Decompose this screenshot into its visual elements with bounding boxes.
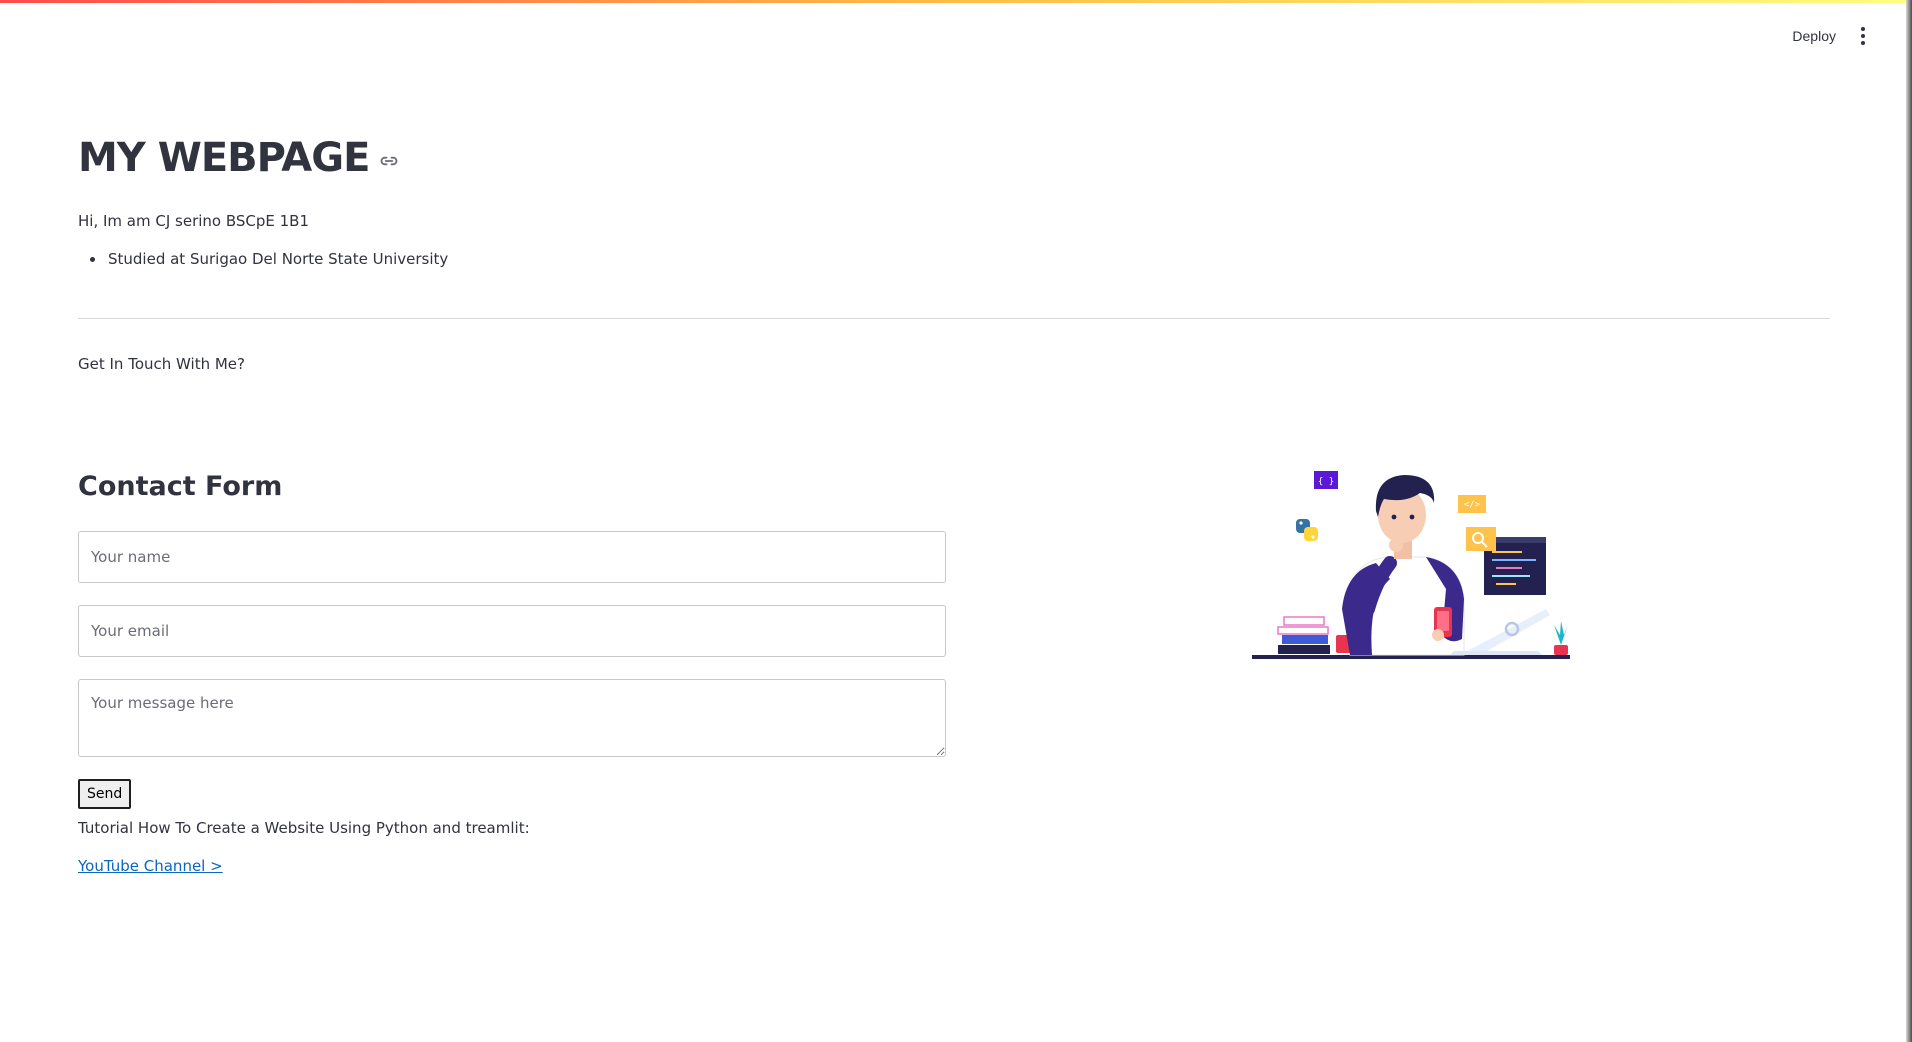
developer-illustration: </> { } xyxy=(1252,471,1570,659)
link-icon[interactable] xyxy=(379,151,399,171)
main-content: MY WEBPAGE Hi, Im am CJ serino BSCpE 1B1… xyxy=(78,130,1830,875)
email-field[interactable] xyxy=(78,605,946,657)
send-button[interactable]: Send xyxy=(78,779,132,809)
window-edge xyxy=(1906,0,1912,1042)
tutorial-text: Tutorial How To Create a Website Using P… xyxy=(78,819,530,837)
bullet-item: Studied at Surigao Del Norte State Unive… xyxy=(106,250,1830,268)
deploy-button[interactable]: Deploy xyxy=(1790,24,1838,48)
name-field[interactable] xyxy=(78,531,946,583)
title-row: MY WEBPAGE xyxy=(78,130,1830,186)
braces-badge-text: { } xyxy=(1318,477,1334,487)
section-divider xyxy=(78,318,1830,319)
streamlit-app: Deploy MY WEBPAGE Hi, Im am CJ serino BS… xyxy=(0,0,1908,1042)
page-title: MY WEBPAGE xyxy=(78,135,370,181)
kebab-menu-icon[interactable] xyxy=(1856,24,1870,48)
youtube-channel-link[interactable]: YouTube Channel > xyxy=(78,857,223,875)
two-column-layout: Contact Form Send Tutorial How To Create… xyxy=(78,469,1830,875)
intro-text: Hi, Im am CJ serino BSCpE 1B1 xyxy=(78,212,310,230)
illustration-column: </> { } xyxy=(962,469,1830,875)
bullet-list: Studied at Surigao Del Norte State Unive… xyxy=(78,250,1830,268)
message-field[interactable] xyxy=(78,679,946,757)
contact-prompt: Get In Touch With Me? xyxy=(78,355,245,373)
contact-form-column: Contact Form Send Tutorial How To Create… xyxy=(78,469,946,875)
top-accent-bar xyxy=(0,0,1908,3)
app-toolbar: Deploy xyxy=(1790,24,1870,48)
code-badge-text: </> xyxy=(1464,500,1481,510)
contact-form-title: Contact Form xyxy=(78,471,283,502)
